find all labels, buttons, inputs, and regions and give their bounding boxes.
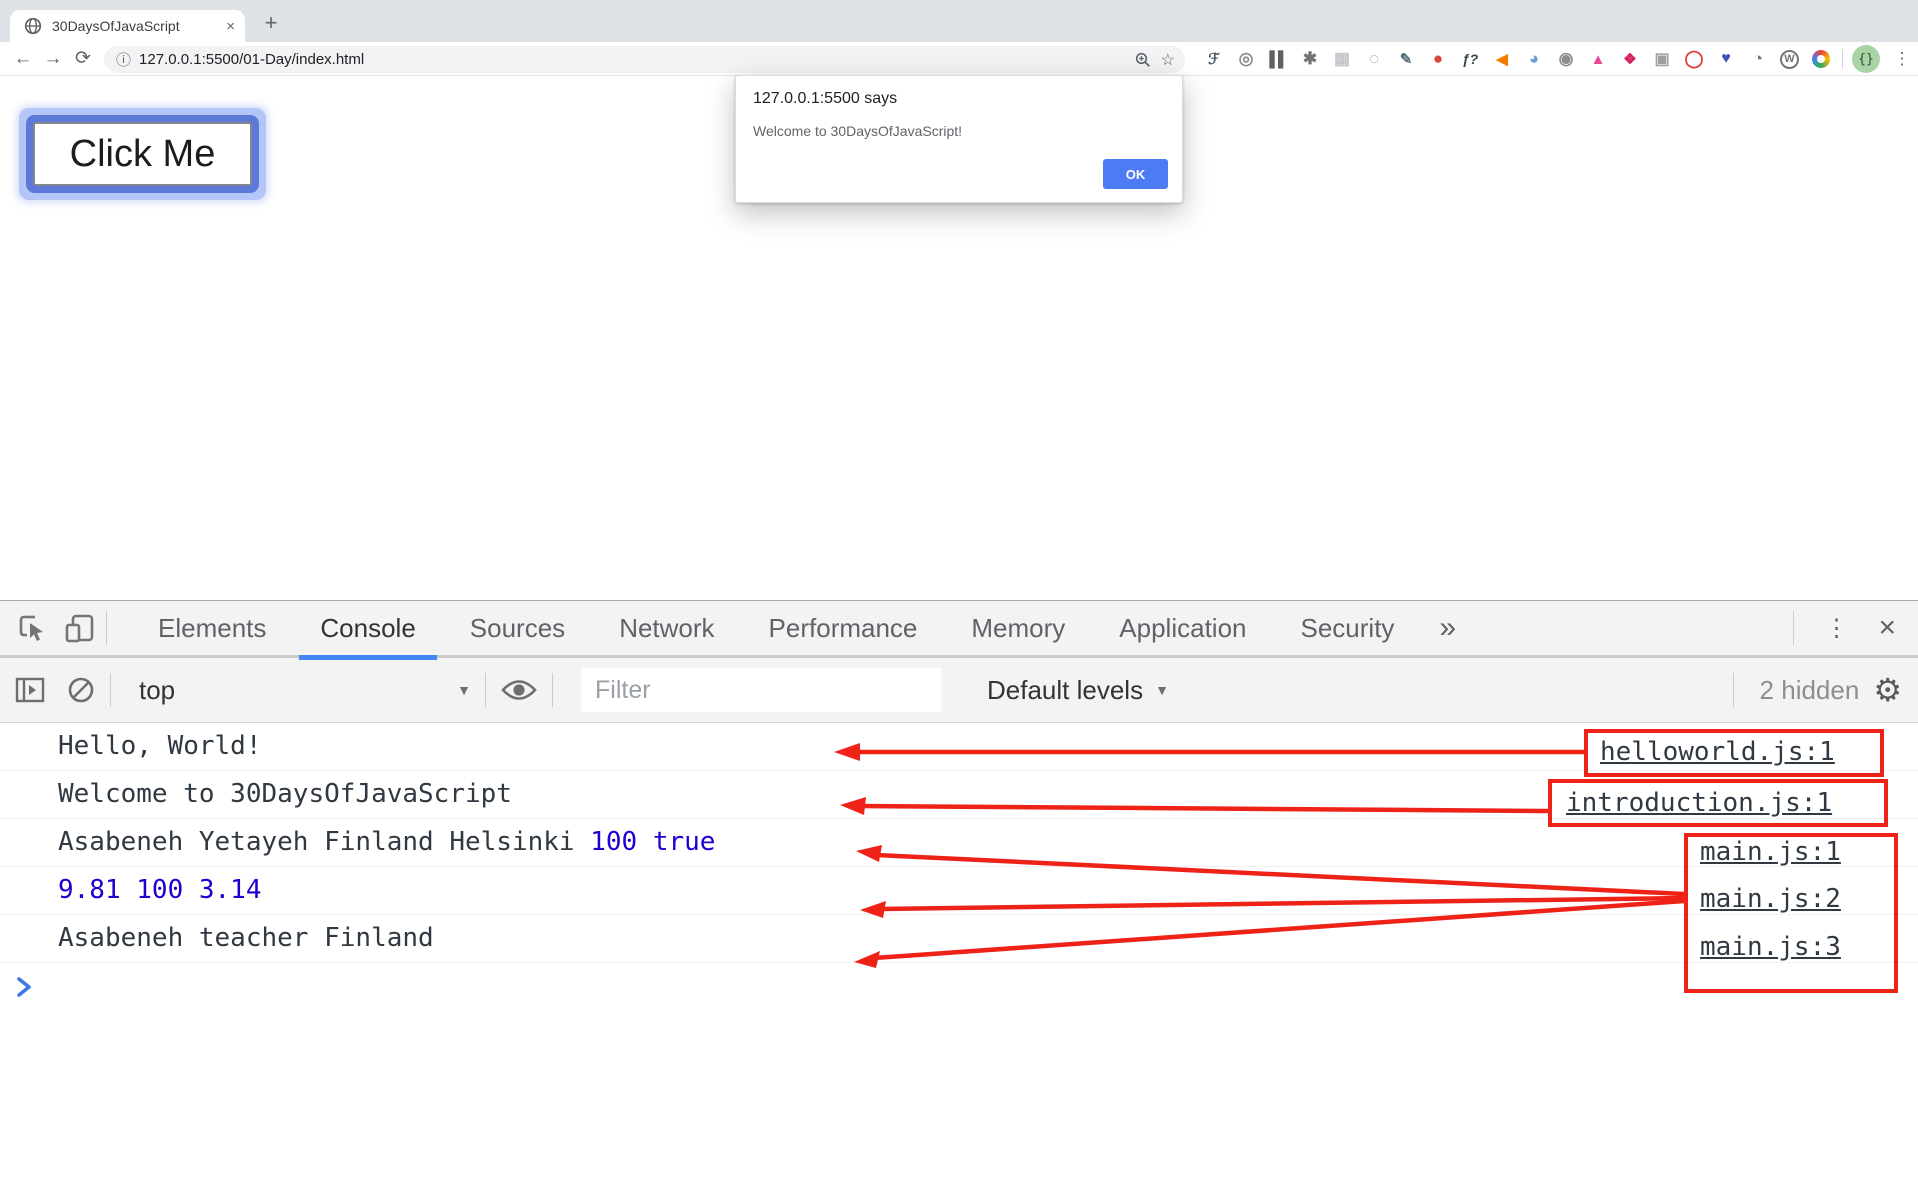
ext-color-ring-icon[interactable] [1812, 50, 1830, 68]
tab-strip: 30DaysOfJavaScript × + [0, 0, 1918, 42]
tab-performance[interactable]: Performance [742, 600, 945, 657]
ext-red-hand-icon[interactable]: ● [1426, 47, 1450, 71]
source-link-introduction[interactable]: introduction.js:1 [1566, 779, 1832, 827]
devtools-tabs: Elements Console Sources Network Perform… [131, 600, 1474, 660]
source-link-main-3[interactable]: main.js:3 [1700, 923, 1841, 971]
ext-script-f-icon[interactable]: ℱ [1202, 47, 1226, 71]
filter-input[interactable] [581, 668, 941, 712]
tab-security[interactable]: Security [1274, 600, 1422, 657]
alert-message: Welcome to 30DaysOfJavaScript! [753, 123, 963, 139]
ext-circle-outline-icon[interactable]: ◎ [1234, 47, 1258, 71]
log-number: 9.81 100 3.14 [58, 875, 262, 905]
ext-overlap-squares-icon[interactable]: ▣ [1650, 47, 1674, 71]
context-selector[interactable]: top ▼ [139, 675, 471, 706]
tab-title: 30DaysOfJavaScript [52, 18, 180, 34]
ext-heart-magnifier-icon[interactable]: ♥ [1714, 47, 1738, 71]
alert-ok-button[interactable]: OK [1103, 159, 1168, 189]
console-row: Asabeneh teacher Finland [0, 915, 1918, 963]
toolbar-divider-1 [110, 673, 111, 707]
ext-g-circle-icon[interactable]: ◔ [1746, 47, 1770, 71]
log-text: Welcome to 30DaysOfJavaScript [58, 779, 512, 809]
source-link-main-2[interactable]: main.js:2 [1700, 875, 1841, 923]
ext-w-circle-icon[interactable]: W [1780, 49, 1799, 69]
tab-close-icon[interactable]: × [226, 18, 235, 35]
console-settings-gear-icon[interactable]: ⚙ [1873, 674, 1902, 706]
alert-title: 127.0.0.1:5500 says [753, 90, 898, 107]
log-text: Asabeneh teacher Finland [58, 923, 434, 953]
ext-grid-icon[interactable]: ▦ [1330, 47, 1354, 71]
ext-eyedropper-icon[interactable]: ✎ [1394, 47, 1418, 71]
ext-pause-bars-icon[interactable]: ▌▌ [1266, 47, 1290, 71]
zoom-in-icon[interactable] [1135, 52, 1151, 68]
chevron-down-icon: ▼ [1155, 682, 1169, 698]
browser-toolbar: ← → ⟳ ⓘ ☆ ℱ ◎ ▌▌ ✱ ▦ ◌ ✎ ● ƒ? ◀ ◕ ◉ ▲ ❖ … [0, 42, 1918, 76]
alert-dialog: 127.0.0.1:5500 says Welcome to 30DaysOfJ… [735, 75, 1183, 203]
toolbar-divider-2 [485, 673, 486, 707]
profile-avatar[interactable]: {} [1852, 45, 1880, 73]
browser-tab[interactable]: 30DaysOfJavaScript × [10, 10, 245, 42]
ext-pink-bell-icon[interactable]: ▲ [1586, 47, 1610, 71]
ext-megaphone-icon[interactable]: ◀ [1490, 47, 1514, 71]
log-levels-selector[interactable]: Default levels ▼ [987, 675, 1169, 706]
toolbar-divider-3 [552, 673, 553, 707]
console-prompt[interactable] [0, 963, 1918, 1011]
tab-application[interactable]: Application [1092, 600, 1273, 657]
reload-icon[interactable]: ⟳ [68, 47, 98, 70]
log-text: Asabeneh Yetayeh Finland Helsinki [58, 827, 591, 857]
toolbar-divider-4 [1732, 673, 1734, 707]
hidden-messages-count[interactable]: 2 hidden [1760, 675, 1860, 706]
context-label: top [139, 674, 176, 705]
devtools-close-icon[interactable]: × [1868, 611, 1918, 645]
prompt-chevron-icon [17, 977, 31, 997]
devtools-tabbar: Elements Console Sources Network Perform… [0, 600, 1918, 660]
ext-dotted-circle-icon[interactable]: ◌ [1362, 47, 1386, 71]
ext-red-o-icon[interactable]: ◯ [1682, 47, 1706, 71]
clear-console-icon[interactable] [66, 675, 96, 705]
ext-pink-flower-icon[interactable]: ❖ [1618, 47, 1642, 71]
more-tabs-icon[interactable]: » [1421, 600, 1474, 657]
back-icon[interactable]: ← [8, 48, 38, 70]
ext-f-question-icon[interactable]: ƒ? [1458, 47, 1482, 71]
devtools-panel: Elements Console Sources Network Perform… [0, 600, 1918, 1200]
extensions-row: ℱ ◎ ▌▌ ✱ ▦ ◌ ✎ ● ƒ? ◀ ◕ ◉ ▲ ❖ ▣ ◯ ♥ ◔ W [1198, 42, 1837, 76]
chevron-down-icon: ▼ [457, 682, 471, 698]
devtools-menu-icon[interactable]: ⋮ [1804, 614, 1868, 643]
live-expression-eye-icon[interactable] [500, 675, 538, 705]
tabbar-divider [106, 611, 107, 645]
toolbar-divider [1842, 49, 1843, 69]
device-toolbar-icon[interactable] [62, 612, 96, 644]
tab-sources[interactable]: Sources [443, 600, 592, 657]
source-link-helloworld[interactable]: helloworld.js:1 [1600, 728, 1835, 776]
tab-memory[interactable]: Memory [944, 600, 1092, 657]
log-number: 100 true [590, 827, 716, 857]
globe-favicon-icon [24, 17, 42, 35]
ext-bug-icon[interactable]: ✱ [1298, 47, 1322, 71]
source-link-main-1[interactable]: main.js:1 [1700, 828, 1841, 876]
log-levels-label: Default levels [987, 674, 1144, 705]
tab-elements[interactable]: Elements [131, 600, 293, 657]
forward-icon[interactable]: → [38, 48, 68, 70]
browser-menu-icon[interactable]: ⋮ [1890, 42, 1914, 76]
ext-blue-sphere-icon[interactable]: ◕ [1522, 47, 1546, 71]
console-row: 9.81 100 3.14 [0, 867, 1918, 915]
browser-window: 30DaysOfJavaScript × + ← → ⟳ ⓘ ☆ ℱ ◎ ▌▌ … [0, 0, 1918, 1200]
console-toolbar: top ▼ Default levels ▼ 2 hidden ⚙ [0, 658, 1918, 723]
site-info-icon[interactable]: ⓘ [116, 49, 131, 70]
inspect-element-icon[interactable] [16, 612, 48, 644]
tabbar-right-divider [1793, 611, 1795, 645]
tab-console[interactable]: Console [293, 600, 442, 660]
console-sidebar-icon[interactable] [14, 675, 46, 705]
url-input[interactable] [139, 51, 1125, 68]
tab-network[interactable]: Network [592, 600, 741, 657]
bookmark-star-icon[interactable]: ☆ [1161, 50, 1175, 70]
new-tab-button[interactable]: + [256, 8, 286, 38]
address-bar[interactable]: ⓘ ☆ [104, 46, 1185, 73]
ext-camera-icon[interactable]: ◉ [1554, 47, 1578, 71]
click-me-button[interactable]: Click Me [33, 122, 252, 186]
log-text: Hello, World! [58, 731, 262, 761]
